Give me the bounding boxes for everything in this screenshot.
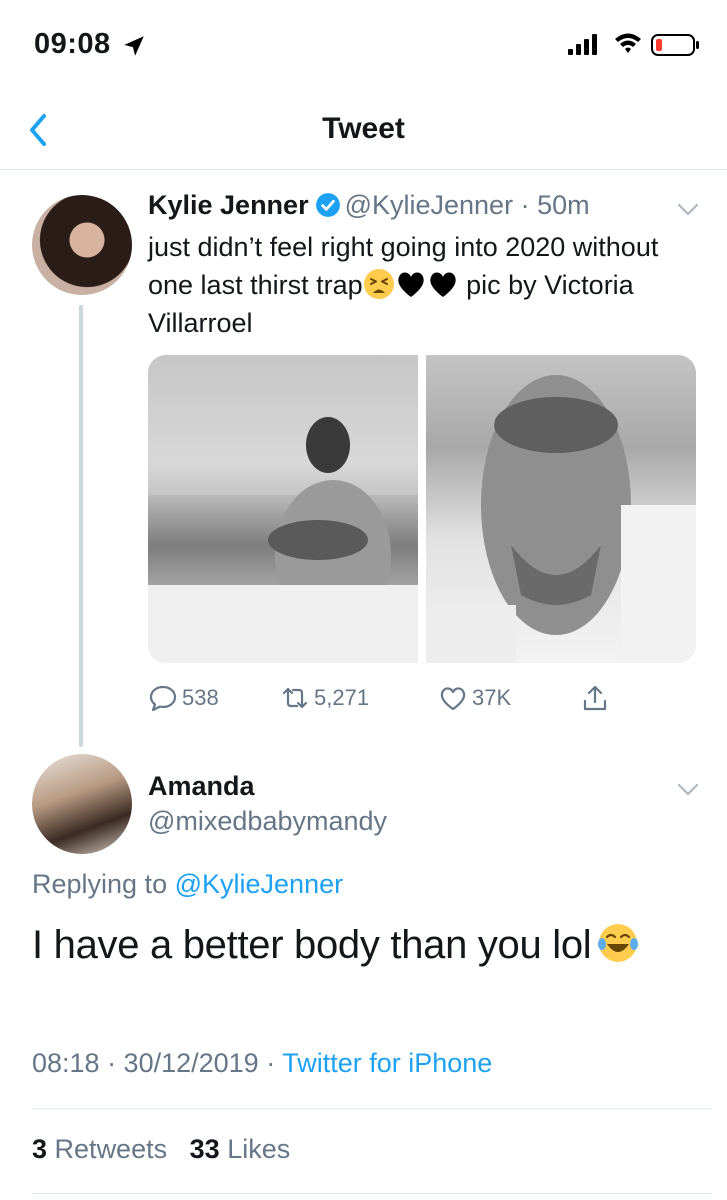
cellular-signal-icon: [568, 34, 597, 55]
reply-timestamp: 08:18 · 30/12/2019 ·: [32, 1048, 276, 1078]
tweet-photo[interactable]: [426, 355, 696, 663]
reply-text-body: I have a better body than you lol: [32, 923, 592, 967]
reply-count: 538: [182, 685, 219, 710]
status-bar: 09:08: [0, 0, 727, 90]
reply-meta: 08:18 · 30/12/2019 · Twitter for iPhone: [32, 1048, 492, 1079]
reply-author-name[interactable]: Amanda: [148, 771, 255, 802]
avatar[interactable]: [32, 195, 132, 295]
retweet-stat-count: 3: [32, 1134, 48, 1164]
tweet-text: just didn’t feel right going into 2020 w…: [148, 228, 688, 342]
reply-button[interactable]: 538: [148, 678, 219, 718]
like-button[interactable]: 37K: [438, 678, 511, 718]
share-icon: [583, 685, 607, 711]
heart-icon: [440, 687, 466, 711]
tweet-time: 50m: [537, 190, 590, 220]
divider: [32, 1193, 712, 1194]
reply-source-link[interactable]: Twitter for iPhone: [282, 1048, 492, 1078]
engagement-stats: 3 Retweets 33 Likes: [32, 1134, 290, 1165]
replying-prefix: Replying to: [32, 869, 168, 899]
separator-dot: ·: [520, 190, 530, 220]
like-count: 37K: [472, 685, 512, 710]
tweet-author-handle[interactable]: @KylieJenner: [345, 190, 514, 220]
photo-placeholder-shape: [148, 355, 418, 663]
chevron-down-icon[interactable]: [677, 203, 699, 217]
reply-icon: [149, 685, 177, 712]
like-stat-label: Likes: [227, 1134, 291, 1164]
black-heart-emoji: [397, 272, 424, 297]
tweet-author-name[interactable]: Kylie Jenner: [148, 190, 309, 220]
share-button[interactable]: [580, 678, 614, 718]
divider: [32, 1108, 712, 1109]
avatar[interactable]: [32, 754, 132, 854]
retweet-count: 5,271: [314, 685, 370, 710]
chevron-down-icon[interactable]: [677, 783, 699, 797]
photo-placeholder-shape: [426, 375, 696, 663]
tired-face-emoji: [363, 269, 394, 299]
wifi-icon: [615, 33, 641, 53]
retweets-stat[interactable]: 3 Retweets: [32, 1134, 167, 1164]
nav-header: Tweet: [0, 90, 727, 170]
replying-to-link[interactable]: @KylieJenner: [175, 869, 344, 899]
thread-line: [79, 305, 83, 747]
battery-low-icon: [651, 34, 699, 56]
location-arrow-icon: [124, 36, 144, 56]
retweet-button[interactable]: 5,271: [280, 678, 369, 718]
reply-author-handle[interactable]: @mixedbabymandy: [148, 806, 387, 837]
tweet-photo[interactable]: [148, 355, 418, 663]
tweet-actions: 538 5,271 37K: [148, 678, 628, 718]
likes-stat[interactable]: 33 Likes: [190, 1134, 291, 1164]
reply-text: I have a better body than you lol: [32, 922, 639, 968]
tweet-header: Kylie Jenner @KylieJenner · 50m: [148, 190, 590, 221]
like-stat-count: 33: [189, 1134, 220, 1164]
retweet-stat-label: Retweets: [54, 1134, 168, 1164]
tweet-media[interactable]: [148, 355, 696, 663]
verified-badge-icon: [315, 193, 340, 217]
status-time: 09:08: [34, 28, 111, 60]
replying-to-line: Replying to @KylieJenner: [32, 869, 343, 900]
black-heart-emoji: [429, 272, 456, 297]
retweet-icon: [282, 687, 308, 709]
tears-of-joy-emoji: [598, 924, 639, 962]
page-title: Tweet: [322, 112, 405, 145]
